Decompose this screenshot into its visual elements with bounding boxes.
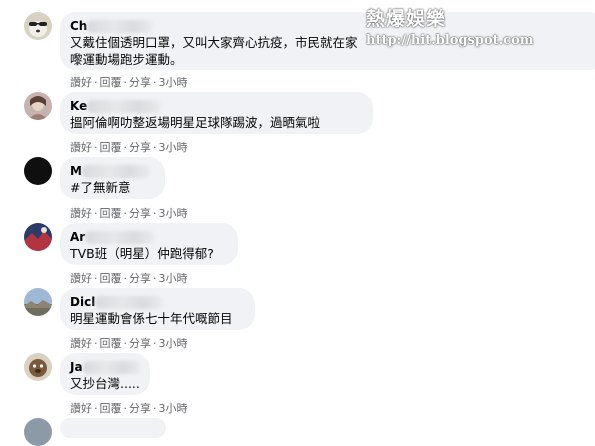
- comment-bubble: M #了無新意: [60, 157, 165, 199]
- reply-button[interactable]: 回覆: [100, 76, 122, 89]
- like-button[interactable]: 讚好: [70, 207, 92, 220]
- avatar[interactable]: [24, 92, 52, 120]
- comment-bubble: Ke 搵阿倫啊叻整返場明星足球隊踢波，過晒氣啦: [60, 92, 373, 134]
- comment-actions: 讚好 · 回覆 · 分享 · 3小時: [70, 272, 188, 285]
- comment-text: #了無新意: [70, 180, 131, 195]
- reply-button[interactable]: 回覆: [100, 272, 122, 285]
- comment-actions: 讚好 · 回覆 · 分享 · 3小時: [70, 207, 188, 220]
- timestamp[interactable]: 3小時: [159, 207, 188, 220]
- like-button[interactable]: 讚好: [70, 402, 92, 415]
- comment-text: 搵阿倫啊叻整返場明星足球隊踢波，過晒氣啦: [70, 115, 321, 130]
- timestamp[interactable]: 3小時: [159, 76, 188, 89]
- animal-avatar-icon: [24, 353, 52, 381]
- timestamp[interactable]: 3小時: [159, 272, 188, 285]
- comment-actions: 讚好 · 回覆 · 分享 · 3小時: [70, 402, 188, 415]
- reply-button[interactable]: 回覆: [100, 402, 122, 415]
- avatar[interactable]: [24, 12, 52, 40]
- like-button[interactable]: 讚好: [70, 272, 92, 285]
- share-button[interactable]: 分享: [129, 141, 151, 154]
- comment-text: 嚟運動場跑步運動。: [70, 52, 183, 67]
- commenter-name[interactable]: Ke: [70, 98, 361, 114]
- comment-bubble: Ja 又抄台灣.....: [60, 353, 150, 395]
- landscape-avatar-icon: [24, 288, 52, 316]
- timestamp[interactable]: 3小時: [159, 141, 188, 154]
- comment-actions: 讚好 · 回覆 · 分享 · 3小時: [70, 76, 188, 89]
- reply-button[interactable]: 回覆: [100, 141, 122, 154]
- commenter-name[interactable]: Ar: [70, 229, 226, 245]
- like-button[interactable]: 讚好: [70, 76, 92, 89]
- dark-avatar-icon: [24, 157, 52, 185]
- avatar[interactable]: [24, 288, 52, 316]
- landscape-avatar-icon: [24, 223, 52, 251]
- like-button[interactable]: 讚好: [70, 141, 92, 154]
- comment-bubble: Ar TVB班（明星）仲跑得郁?: [60, 223, 238, 265]
- commenter-name[interactable]: Dicl: [70, 294, 243, 310]
- person-avatar-icon: [24, 92, 52, 120]
- timestamp[interactable]: 3小時: [159, 337, 188, 350]
- share-button[interactable]: 分享: [129, 402, 151, 415]
- watermark-url: http://hit.blogspot.com: [366, 33, 534, 48]
- commenter-name[interactable]: Ja: [70, 359, 141, 375]
- avatar[interactable]: [24, 157, 52, 185]
- comment-text: 又抄台灣.....: [70, 376, 140, 391]
- share-button[interactable]: 分享: [129, 337, 151, 350]
- reply-button[interactable]: 回覆: [100, 207, 122, 220]
- comment-text: 明星運動會係七十年代嘅節目: [70, 311, 233, 326]
- comment-actions: 讚好 · 回覆 · 分享 · 3小時: [70, 141, 188, 154]
- share-button[interactable]: 分享: [129, 76, 151, 89]
- comment-bubble: Dicl 明星運動會係七十年代嘅節目: [60, 288, 255, 330]
- comment-bubble: [60, 418, 166, 438]
- watermark: 熱爆娛樂 http://hit.blogspot.com: [366, 4, 534, 48]
- commenter-name[interactable]: M: [70, 163, 153, 179]
- timestamp[interactable]: 3小時: [159, 402, 188, 415]
- like-button[interactable]: 讚好: [70, 337, 92, 350]
- comment-actions: 讚好 · 回覆 · 分享 · 3小時: [70, 337, 188, 350]
- share-button[interactable]: 分享: [129, 207, 151, 220]
- share-button[interactable]: 分享: [129, 272, 151, 285]
- avatar[interactable]: [24, 353, 52, 381]
- dog-avatar-icon: [24, 12, 52, 40]
- watermark-title: 熱爆娛樂: [366, 8, 447, 30]
- avatar[interactable]: [24, 418, 52, 446]
- comment-text: TVB班（明星）仲跑得郁?: [70, 246, 214, 261]
- reply-button[interactable]: 回覆: [100, 337, 122, 350]
- avatar[interactable]: [24, 223, 52, 251]
